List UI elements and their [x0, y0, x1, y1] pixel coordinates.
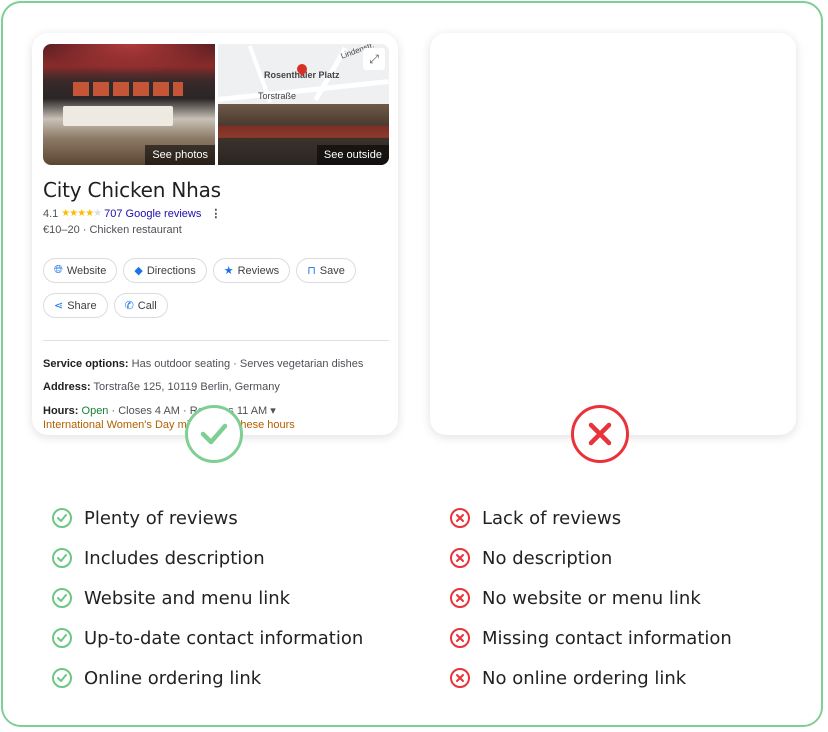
star-rating: ★★★★★	[61, 208, 102, 219]
map-and-street-photo[interactable]: Rosenthaler Platz Torstraße Lindenstr. ⤢…	[218, 44, 389, 165]
see-photos-label[interactable]: See photos	[145, 145, 215, 165]
reviews-button[interactable]: ★ Reviews	[212, 258, 291, 283]
bookmark-icon: ⊓	[307, 265, 316, 277]
cross-icon	[571, 405, 629, 463]
rating-row: 4.1 ★★★★★ 707 Google reviews ⋮	[43, 207, 221, 221]
expand-icon[interactable]: ⤢	[363, 48, 385, 70]
divider	[43, 340, 389, 341]
cons-item: No description	[450, 538, 732, 578]
cons-item: No website or menu link	[450, 578, 732, 618]
globe-icon: 🌐︎	[54, 264, 63, 276]
pros-item: Website and menu link	[52, 578, 363, 618]
website-button[interactable]: 🌐︎ Website	[43, 258, 118, 283]
action-chips: 🌐︎ Website ◆ Directions ★ Reviews ⊓ Save ⋖ Sh…	[43, 258, 389, 318]
call-button[interactable]: ✆ Call	[113, 293, 168, 318]
see-outside-label[interactable]: See outside	[316, 145, 389, 165]
empty-listing-card	[430, 33, 796, 435]
complete-listing-card: See photos Rosenthaler Platz Torstraße L…	[32, 33, 398, 435]
cross-circle-icon	[450, 508, 470, 528]
pros-item: Online ordering link	[52, 658, 363, 698]
map-label-street: Torstraße	[258, 91, 297, 101]
hours[interactable]: Hours: Open · Closes 4 AM · Reopens 11 A…	[43, 404, 276, 417]
share-button[interactable]: ⋖ Share	[43, 293, 108, 318]
pros-list: Plenty of reviews Includes description W…	[52, 498, 363, 698]
cross-circle-icon	[450, 588, 470, 608]
save-button[interactable]: ⊓ Save	[296, 258, 356, 283]
cons-item: Lack of reviews	[450, 498, 732, 538]
check-circle-icon	[52, 548, 72, 568]
cross-circle-icon	[450, 548, 470, 568]
check-circle-icon	[52, 628, 72, 648]
business-title: City Chicken Nhas	[43, 178, 221, 202]
chevron-down-icon[interactable]: ▾	[270, 405, 276, 417]
checkmark-icon	[185, 405, 243, 463]
cons-item: Missing contact information	[450, 618, 732, 658]
pros-item: Up-to-date contact information	[52, 618, 363, 658]
phone-icon: ✆	[124, 300, 134, 312]
cross-circle-icon	[450, 668, 470, 688]
special-hours-notice: International Women's Day might affect t…	[43, 419, 295, 431]
price-and-category: €10–20 · Chicken restaurant	[43, 224, 182, 236]
more-vertical-icon[interactable]: ⋮	[210, 207, 221, 220]
interior-photo[interactable]: See photos	[43, 44, 215, 165]
check-circle-icon	[52, 668, 72, 688]
share-icon: ⋖	[54, 300, 64, 312]
star-icon: ★	[223, 265, 234, 277]
map-thumbnail[interactable]: Rosenthaler Platz Torstraße Lindenstr. ⤢	[218, 44, 389, 104]
google-reviews-link[interactable]: 707 Google reviews	[104, 208, 201, 220]
cross-circle-icon	[450, 628, 470, 648]
service-options: Service options: Has outdoor seating · S…	[43, 358, 364, 370]
check-circle-icon	[52, 588, 72, 608]
cons-list: Lack of reviews No description No websit…	[450, 498, 732, 698]
directions-icon: ◆	[134, 265, 143, 277]
address: Address: Torstraße 125, 10119 Berlin, Ge…	[43, 381, 280, 393]
pros-item: Plenty of reviews	[52, 498, 363, 538]
rating-value: 4.1	[43, 207, 59, 220]
pros-item: Includes description	[52, 538, 363, 578]
check-circle-icon	[52, 508, 72, 528]
directions-button[interactable]: ◆ Directions	[123, 258, 207, 283]
cons-item: No online ordering link	[450, 658, 732, 698]
